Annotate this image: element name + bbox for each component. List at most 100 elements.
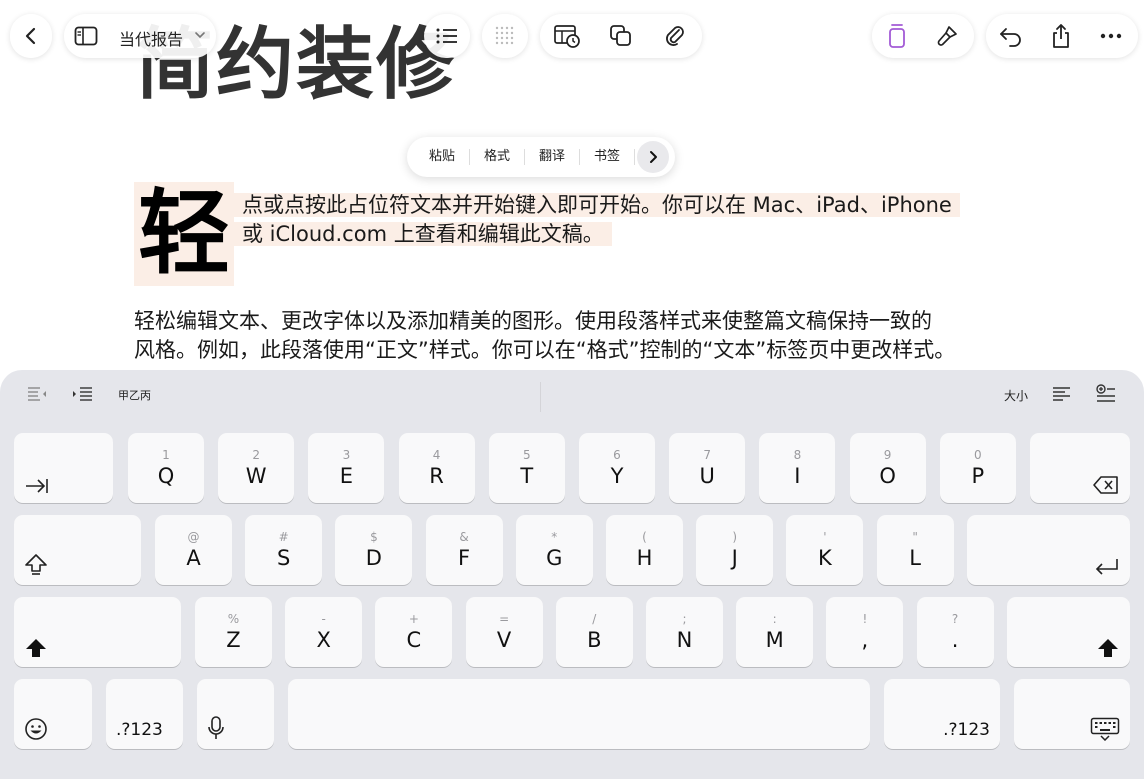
outdent-icon: [28, 387, 46, 401]
key-row2-7[interactable]: ' K: [786, 515, 864, 585]
style-button[interactable]: 甲乙丙: [118, 387, 151, 403]
key-alt-label: 8: [793, 448, 802, 462]
key-row2-3[interactable]: & F: [425, 515, 503, 585]
fill-icon: [889, 24, 905, 48]
key-row1-3[interactable]: 4R: [398, 433, 475, 503]
table-clock-icon: [554, 25, 580, 48]
share-button[interactable]: [1036, 14, 1086, 58]
key-row1-5[interactable]: 6Y: [579, 433, 655, 503]
key-alt-label: @: [187, 530, 200, 544]
more-button[interactable]: [1086, 14, 1136, 58]
placeholder-line-2[interactable]: 或 iCloud.com 上查看和编辑此文稿。: [234, 222, 612, 246]
indent-button[interactable]: [72, 386, 94, 402]
keyboard-shortcut-bar: 甲乙丙 大小: [0, 370, 1144, 418]
brush-button[interactable]: [922, 14, 972, 58]
key-alt-label: +: [408, 612, 419, 626]
key-row3-1[interactable]: -X: [285, 597, 363, 667]
table-button[interactable]: [540, 14, 594, 58]
key-row3-6[interactable]: :M: [736, 597, 814, 667]
list-button[interactable]: [424, 14, 470, 58]
key-row1-4[interactable]: 5T: [488, 433, 565, 503]
undo-button[interactable]: [986, 14, 1036, 58]
key-row1-6[interactable]: 7U: [669, 433, 746, 503]
share-icon: [1053, 24, 1069, 48]
key-alt-label: %: [227, 612, 240, 626]
key-label: P: [971, 464, 985, 488]
chevron-left-icon: [25, 27, 36, 45]
key-row2-6[interactable]: ) J: [696, 515, 774, 585]
key-label: R: [429, 464, 444, 488]
back-button[interactable]: [10, 14, 52, 58]
placeholder-line-1[interactable]: 点或点按此占位符文本并开始键入即可开始。你可以在 Mac、iPad、iPhone: [234, 193, 960, 217]
key-row2-0[interactable]: @ A: [155, 515, 232, 585]
delete-key[interactable]: [1030, 433, 1130, 503]
emoji-key[interactable]: [14, 679, 92, 749]
grid-button[interactable]: [482, 14, 528, 58]
menu-item-translate[interactable]: 翻译: [525, 149, 581, 165]
dictation-key[interactable]: [197, 679, 274, 749]
caps-lock-key[interactable]: [14, 515, 141, 585]
key-row2-2[interactable]: $ D: [335, 515, 413, 585]
key-row1-8[interactable]: 9O: [849, 433, 926, 503]
menu-more-button[interactable]: [637, 141, 670, 173]
key-row1-0[interactable]: 1Q: [128, 433, 204, 503]
key-row3-2[interactable]: + C: [375, 597, 453, 667]
key-row3-8[interactable]: ?.: [916, 597, 994, 667]
key-alt-label: 3: [342, 448, 351, 462]
list-icon: [436, 28, 457, 44]
menu-item-bookmark[interactable]: 书签: [580, 149, 636, 165]
key-label: Z: [226, 628, 241, 652]
key-label: Y: [610, 464, 624, 488]
key-alt-label: :: [772, 612, 777, 626]
key-row2-5[interactable]: (H: [606, 515, 683, 585]
numbers-key-left[interactable]: .?123: [106, 679, 183, 749]
size-button[interactable]: 大小: [1004, 387, 1028, 404]
fill-button[interactable]: [872, 14, 922, 58]
format-toolbar: [872, 14, 974, 58]
chevron-right-icon: [650, 151, 658, 163]
software-keyboard: 甲乙丙 大小 1Q2W3E4R5T6Y7U8I9O0P @ A # S $ D & F * G(H…: [0, 370, 1144, 779]
action-toolbar: [986, 14, 1138, 58]
key-alt-label: 6: [613, 448, 621, 462]
key-label: F: [458, 546, 471, 570]
tab-key[interactable]: [14, 433, 113, 503]
align-button[interactable]: [1052, 386, 1072, 402]
key-row2-8[interactable]: " L: [876, 515, 954, 585]
key-alt-label: 2: [252, 448, 260, 462]
key-label: G: [546, 546, 563, 570]
numbers-key-right[interactable]: .?123: [884, 679, 1000, 749]
placeholder-text-line-2: 或 iCloud.com 上查看和编辑此文稿。: [234, 220, 612, 249]
space-key[interactable]: [288, 679, 870, 749]
key-row1-2[interactable]: 3E: [308, 433, 385, 503]
key-row3-5[interactable]: ; N: [646, 597, 723, 667]
insert-button[interactable]: [1096, 384, 1116, 404]
return-key[interactable]: [967, 515, 1130, 585]
body-line-2[interactable]: 风格。例如，此段落使用“正文”样式。你可以在“格式”控制的“文本”标签页中更改样…: [134, 336, 955, 365]
key-row1-9[interactable]: 0P: [939, 433, 1016, 503]
menu-item-paste[interactable]: 粘贴: [415, 149, 471, 165]
attach-button[interactable]: [648, 14, 702, 58]
key-alt-label: /: [592, 612, 597, 626]
menu-item-format[interactable]: 格式: [470, 149, 526, 165]
key-row3-4[interactable]: / B: [555, 597, 633, 667]
key-alt-label: ': [823, 530, 827, 544]
key-label: I: [794, 464, 801, 488]
key-row2-4[interactable]: * G: [515, 515, 593, 585]
shapes-button[interactable]: [594, 14, 648, 58]
context-menu: 粘贴 格式 翻译 书签: [407, 137, 676, 177]
outdent-button[interactable]: [26, 386, 48, 402]
hide-keyboard-key[interactable]: [1014, 679, 1130, 749]
key-row3-0[interactable]: % Z: [195, 597, 272, 667]
shift-left-key[interactable]: [14, 597, 181, 667]
key-row1-7[interactable]: 8I: [759, 433, 836, 503]
key-alt-label: 4: [432, 448, 441, 462]
key-row3-7[interactable]: !,: [826, 597, 904, 667]
key-row2-1[interactable]: # S: [245, 515, 323, 585]
shift-right-key[interactable]: [1007, 597, 1130, 667]
key-row3-3[interactable]: = V: [465, 597, 543, 667]
body-line-1[interactable]: 轻松编辑文本、更改字体以及添加精美的图形。使用段落样式来使整篇文稿保持一致的: [134, 307, 932, 336]
key-label: N: [676, 628, 693, 652]
key-label: T: [520, 464, 534, 488]
key-label: W: [245, 464, 267, 488]
key-row1-1[interactable]: 2W: [218, 433, 295, 503]
